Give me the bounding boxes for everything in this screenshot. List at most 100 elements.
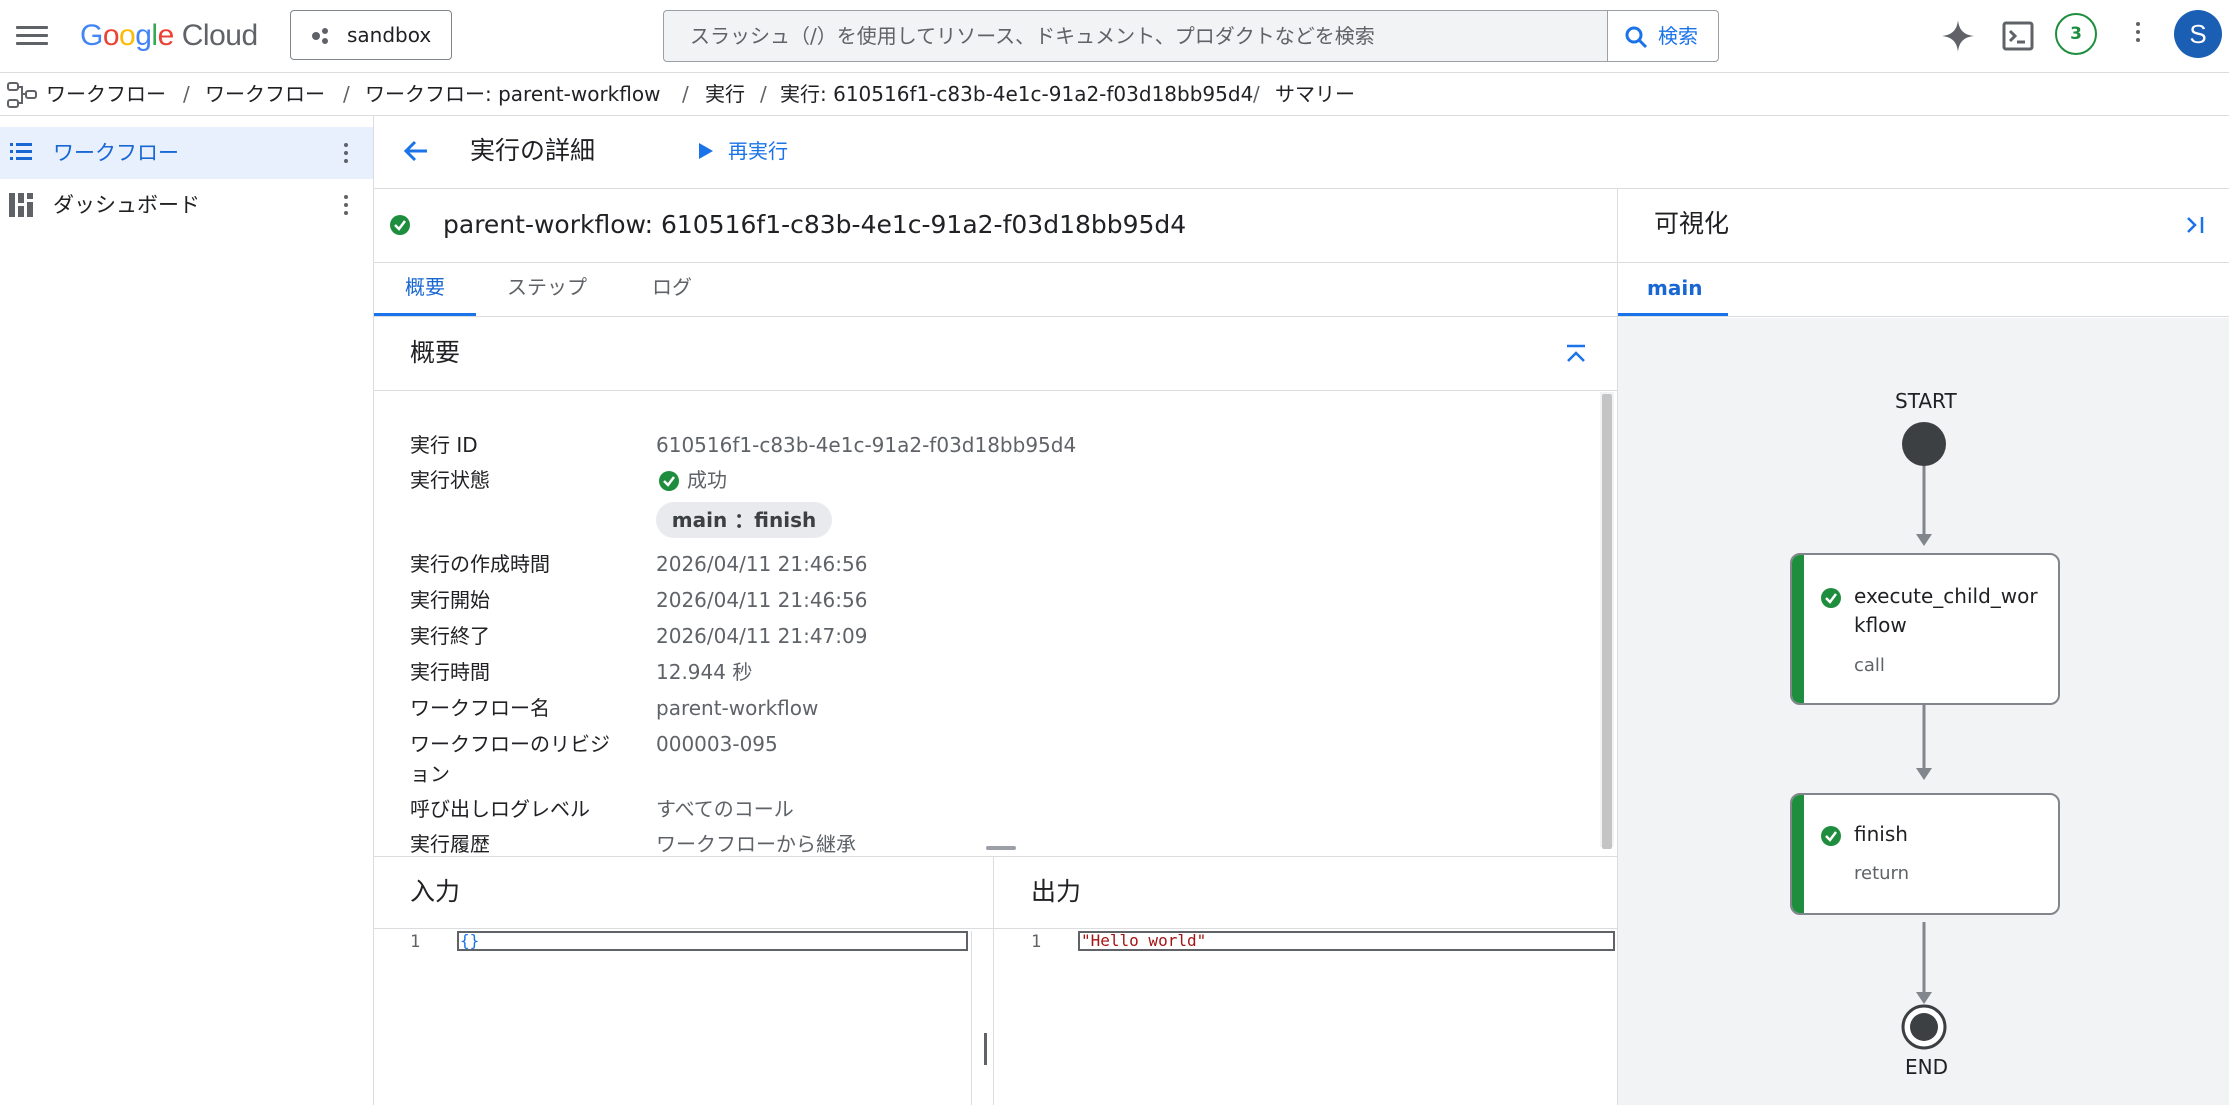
tab-main[interactable]: main (1647, 268, 1702, 308)
log-level-value: すべてのコール (656, 797, 794, 821)
breadcrumb-item-workflow[interactable]: ワークフロー: parent-workflow (365, 73, 660, 115)
code-line-highlight (457, 931, 968, 951)
sidebar-item-more-icon[interactable] (344, 143, 348, 167)
project-name: sandbox (347, 23, 432, 47)
revision-value: 000003-095 (656, 732, 778, 756)
start-node[interactable] (1902, 422, 1946, 466)
main-menu-icon[interactable] (16, 22, 48, 50)
exec-state-value: 成功 (687, 468, 727, 492)
node-type: call (1854, 655, 1885, 676)
tab-overview[interactable]: 概要 (405, 264, 445, 310)
breadcrumb-item-workflows-product[interactable]: ワークフロー (46, 73, 166, 115)
sidebar-item-label: ワークフロー (53, 141, 179, 165)
breadcrumb-separator: / (183, 82, 190, 106)
node-type: return (1854, 863, 1910, 884)
collapse-icon[interactable] (1564, 343, 1588, 365)
tab-logs[interactable]: ログ (652, 264, 692, 310)
start-value: 2026/04/11 21:46:56 (656, 588, 868, 612)
sidebar-item-more-icon[interactable] (344, 195, 348, 219)
workflows-product-icon (7, 82, 37, 108)
summary-clip: 実行履歴 ワークフローから継承 (374, 832, 1600, 855)
input-code: {} (460, 931, 480, 950)
sidebar-item-dashboard[interactable]: ダッシュボード (0, 179, 373, 231)
output-editor[interactable]: 1 "Hello world" (995, 929, 1617, 1105)
input-title: 入力 (410, 877, 461, 906)
search-button[interactable]: 検索 (1607, 11, 1718, 61)
revision-label: ワークフローのリビジ (410, 732, 610, 756)
project-picker-button[interactable]: sandbox (290, 10, 452, 60)
search-icon (1625, 26, 1648, 49)
created-value: 2026/04/11 21:46:56 (656, 552, 868, 576)
exec-id-label: 実行 ID (410, 433, 478, 457)
more-options-icon[interactable] (2136, 22, 2140, 46)
output-code: "Hello world" (1081, 931, 1207, 950)
log-level-label: 呼び出しログレベル (410, 797, 590, 821)
success-check-icon (1821, 588, 1841, 608)
io-divider (993, 857, 994, 1105)
output-title: 出力 (1031, 877, 1082, 906)
graph-node-execute-child-workflow[interactable]: execute_child_wor kflow call (1790, 553, 2060, 705)
rerun-button[interactable]: 再実行 (698, 131, 798, 171)
revision-label-cont: ョン (410, 762, 450, 786)
node-name-cont: kflow (1854, 613, 1907, 637)
divider (1618, 316, 2229, 317)
exec-state-label: 実行状態 (410, 468, 490, 492)
divider (374, 856, 1618, 857)
end-node[interactable] (1900, 1003, 1948, 1051)
logo-google-text: Google (80, 19, 174, 52)
visualization-title: 可視化 (1654, 209, 1730, 238)
divider (1618, 262, 2229, 263)
success-check-icon (1821, 826, 1841, 846)
search-bar[interactable]: スラッシュ（/）を使用してリソース、ドキュメント、プロダクトなどを検索 検索 (663, 10, 1719, 62)
tab-steps[interactable]: ステップ (507, 264, 587, 310)
sidebar: ワークフロー ダッシュボード (0, 116, 374, 1105)
project-icon (312, 28, 328, 44)
account-avatar[interactable]: S (2174, 10, 2222, 58)
breadcrumb-separator: / (760, 82, 767, 106)
top-bar: Google Cloud sandbox スラッシュ（/）を使用してリソース、ドキ… (0, 0, 2229, 73)
start-label: 実行開始 (410, 588, 490, 612)
summary-scrollbar-thumb[interactable] (1602, 394, 1612, 849)
search-button-label: 検索 (1658, 24, 1698, 48)
play-icon (699, 143, 713, 159)
page-title: 実行の詳細 (470, 136, 596, 165)
end-value: 2026/04/11 21:47:09 (656, 624, 868, 648)
input-editor[interactable]: 1 {} (374, 929, 992, 1105)
graph-node-finish[interactable]: finish return (1790, 793, 2060, 915)
end-label: END (1905, 1055, 1948, 1079)
dashboard-icon (9, 193, 33, 217)
step-chip: main ：finish (656, 502, 832, 538)
node-name: execute_child_wor (1854, 584, 2038, 608)
gemini-sparkle-icon[interactable] (1940, 18, 1976, 54)
duration-label: 実行時間 (410, 660, 490, 684)
breadcrumb: ワークフロー / ワークフロー / ワークフロー: parent-workflo… (0, 73, 2229, 116)
editor-scrollbar[interactable] (984, 1033, 987, 1065)
cloud-shell-terminal-icon[interactable] (2002, 21, 2034, 51)
success-check-icon (659, 471, 679, 491)
node-status-bar (1792, 795, 1804, 913)
divider (374, 262, 1618, 263)
execution-title: parent-workflow: 610516f1-c83b-4e1c-91a2… (443, 210, 1187, 239)
created-label: 実行の作成時間 (410, 552, 550, 576)
sidebar-item-workflows[interactable]: ワークフロー (0, 127, 373, 179)
divider (374, 188, 2229, 189)
duration-value: 12.944 秒 (656, 660, 753, 684)
list-icon (10, 143, 32, 160)
search-input[interactable]: スラッシュ（/）を使用してリソース、ドキュメント、プロダクトなどを検索 (690, 11, 1375, 61)
history-label: 実行履歴 (410, 832, 490, 855)
summary-scrollbar-track[interactable] (1600, 392, 1614, 849)
breadcrumb-separator: / (682, 82, 689, 106)
breadcrumb-item-execution[interactable]: 実行: 610516f1-c83b-4e1c-91a2-f03d18bb95d4 (780, 73, 1253, 115)
summary-section-title: 概要 (410, 338, 461, 367)
notifications-badge[interactable]: 3 (2055, 13, 2097, 55)
breadcrumb-item-workflows[interactable]: ワークフロー (205, 73, 325, 115)
collapse-panel-icon[interactable] (2184, 214, 2206, 236)
breadcrumb-item-executions[interactable]: 実行 (705, 73, 745, 115)
back-arrow-icon[interactable] (402, 139, 428, 163)
google-cloud-logo[interactable]: Google Cloud (80, 16, 258, 56)
panel-resize-handle[interactable] (986, 846, 1016, 850)
end-label: 実行終了 (410, 624, 490, 648)
rerun-label: 再実行 (728, 139, 788, 163)
start-label: START (1895, 389, 1957, 413)
logo-cloud-text: Cloud (181, 19, 258, 52)
